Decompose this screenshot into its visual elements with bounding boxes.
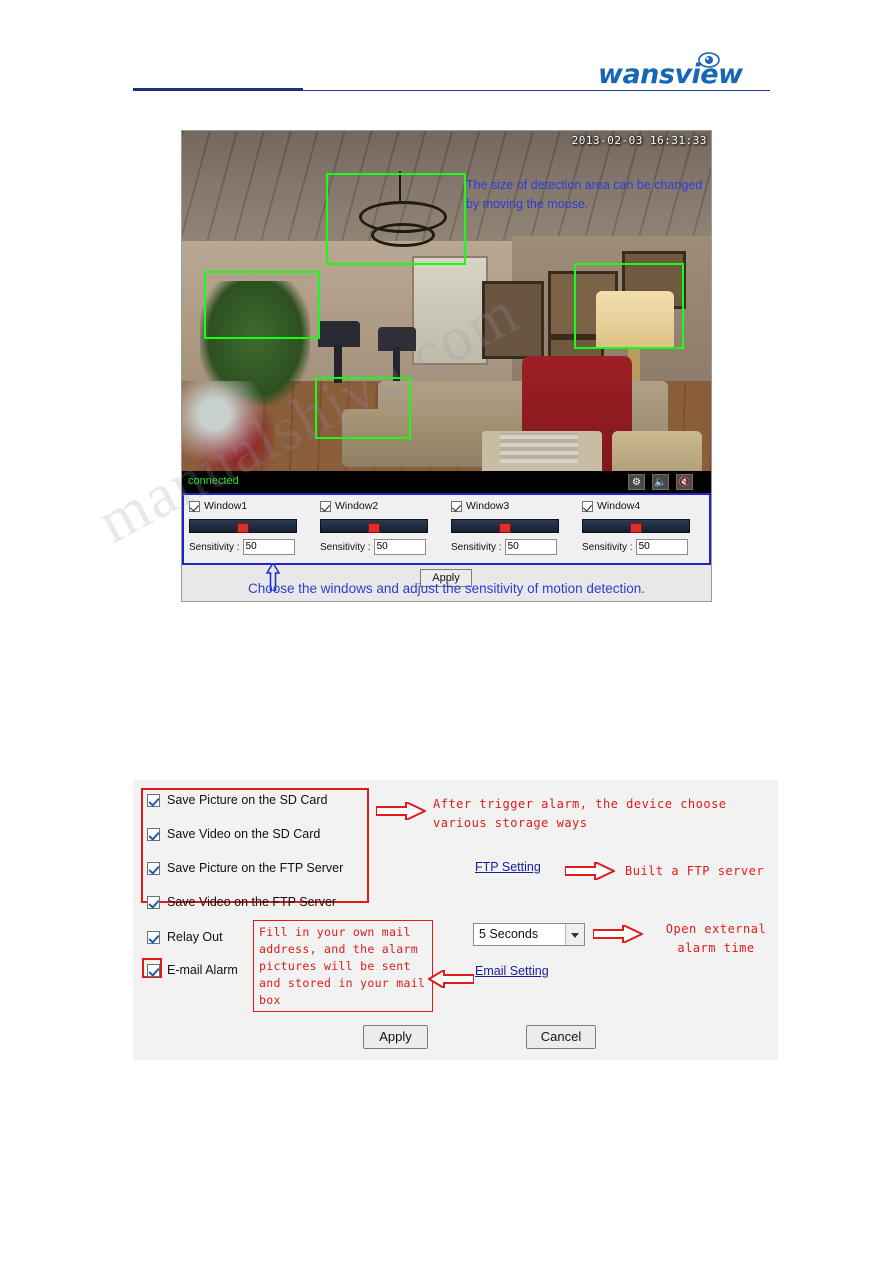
window3-checkbox[interactable] (451, 500, 462, 512)
option-save-picture-sd[interactable]: Save Picture on the SD Card (147, 793, 328, 807)
save-video-ftp-label: Save Video on the FTP Server (167, 895, 337, 909)
email-setting-link[interactable]: Email Setting (475, 964, 549, 978)
option-save-video-sd[interactable]: Save Video on the SD Card (147, 827, 320, 841)
window3-sensitivity-label: Sensitivity : (451, 541, 502, 553)
email-alarm-checkbox[interactable] (147, 963, 160, 977)
detection-window-3[interactable] (574, 263, 684, 349)
camera-live-view[interactable]: 2013-02-03 16:31:33 The size of detectio… (182, 131, 711, 493)
window-column-2: Window2 Sensitivity : 50 (315, 499, 442, 561)
window4-label: Window4 (597, 500, 641, 512)
option-email-alarm[interactable]: E-mail Alarm (147, 963, 238, 977)
motion-detection-figure: 2013-02-03 16:31:33 The size of detectio… (181, 130, 712, 602)
detection-windows-panel: Window1 Sensitivity : 50 Window2 Sensiti… (182, 493, 711, 565)
window3-slider-thumb[interactable] (499, 523, 511, 533)
email-note-annotation: Fill in your own mail address, and the a… (253, 920, 433, 1012)
window1-slider-thumb[interactable] (237, 523, 249, 533)
detection-window-2[interactable] (204, 271, 320, 339)
window3-label: Window3 (466, 500, 510, 512)
save-picture-ftp-label: Save Picture on the FTP Server (167, 861, 344, 875)
window4-checkbox-row[interactable]: Window4 (582, 499, 704, 513)
window-column-3: Window3 Sensitivity : 50 (446, 499, 573, 561)
save-video-sd-checkbox[interactable] (147, 827, 160, 841)
chevron-down-icon[interactable] (565, 924, 584, 945)
scene-flowers (182, 381, 274, 476)
alarm-cancel-button[interactable]: Cancel (526, 1025, 596, 1049)
ftp-annotation-text: Built a FTP server (625, 864, 765, 878)
video-timestamp: 2013-02-03 16:31:33 (571, 134, 707, 147)
alarm-apply-button[interactable]: Apply (363, 1025, 428, 1049)
relay-out-label: Relay Out (167, 930, 223, 944)
window3-checkbox-row[interactable]: Window3 (451, 499, 573, 513)
window2-checkbox[interactable] (320, 500, 331, 512)
detection-overlay-note: The size of detection area can be change… (466, 178, 703, 211)
window1-checkbox[interactable] (189, 500, 200, 512)
window3-sensitivity-row: Sensitivity : 50 (451, 539, 557, 555)
video-status-bar: connected ⚙ 🔈 🔇 (182, 471, 711, 493)
logo-text: wansview (598, 59, 743, 90)
window1-sensitivity-slider[interactable] (189, 519, 297, 533)
scene-window (412, 256, 488, 365)
annotation-arrow-ftp-icon (565, 862, 615, 880)
window2-checkbox-row[interactable]: Window2 (320, 499, 442, 513)
save-video-sd-label: Save Video on the SD Card (167, 827, 321, 841)
mic-mute-icon[interactable]: 🔈 (652, 474, 669, 490)
window-column-4: Window4 Sensitivity : 50 (577, 499, 704, 561)
alarm-interval-select[interactable]: 5 Seconds (473, 923, 585, 946)
window3-sensitivity-slider[interactable] (451, 519, 559, 533)
header-divider-accent (133, 88, 303, 91)
window2-sensitivity-slider[interactable] (320, 519, 428, 533)
settings-icon[interactable]: ⚙ (628, 474, 645, 490)
motion-detection-caption: Choose the windows and adjust the sensit… (248, 581, 645, 596)
annotation-arrow-time-icon (593, 925, 643, 943)
relay-out-checkbox[interactable] (147, 930, 160, 944)
window-column-1: Window1 Sensitivity : 50 (184, 499, 311, 561)
time-annotation-text: Open external alarm time (665, 922, 767, 955)
window2-sensitivity-input[interactable]: 50 (373, 539, 426, 555)
save-video-ftp-checkbox[interactable] (147, 895, 160, 909)
alarm-settings-figure: Save Picture on the SD Card Save Video o… (133, 780, 778, 1060)
annotation-arrow-email-icon (428, 970, 474, 988)
option-relay-out[interactable]: Relay Out (147, 930, 223, 944)
window4-sensitivity-row: Sensitivity : 50 (582, 539, 688, 555)
window4-sensitivity-label: Sensitivity : (582, 541, 633, 553)
wansview-logo: wansview (598, 52, 770, 93)
window2-label: Window2 (335, 500, 379, 512)
save-picture-sd-checkbox[interactable] (147, 793, 160, 807)
window4-slider-thumb[interactable] (630, 523, 642, 533)
save-picture-ftp-checkbox[interactable] (147, 861, 160, 875)
window1-sensitivity-label: Sensitivity : (189, 541, 240, 553)
email-alarm-label: E-mail Alarm (167, 963, 238, 977)
save-picture-sd-label: Save Picture on the SD Card (167, 793, 328, 807)
window1-checkbox-row[interactable]: Window1 (189, 499, 311, 513)
connection-status: connected (188, 475, 239, 487)
speaker-mute-icon[interactable]: 🔇 (676, 474, 693, 490)
ftp-setting-link[interactable]: FTP Setting (475, 860, 541, 874)
detection-window-4[interactable] (315, 377, 411, 439)
annotation-arrow-storage-icon (376, 802, 426, 820)
window3-sensitivity-input[interactable]: 50 (504, 539, 557, 555)
option-save-picture-ftp[interactable]: Save Picture on the FTP Server (147, 861, 343, 875)
window4-checkbox[interactable] (582, 500, 593, 512)
window4-sensitivity-input[interactable]: 50 (635, 539, 688, 555)
window2-sensitivity-row: Sensitivity : 50 (320, 539, 426, 555)
window2-slider-thumb[interactable] (368, 523, 380, 533)
window1-label: Window1 (204, 500, 248, 512)
option-save-video-ftp[interactable]: Save Video on the FTP Server (147, 895, 336, 909)
window2-sensitivity-label: Sensitivity : (320, 541, 371, 553)
window1-sensitivity-input[interactable]: 50 (242, 539, 295, 555)
detection-window-1[interactable] (326, 173, 466, 265)
window1-sensitivity-row: Sensitivity : 50 (189, 539, 295, 555)
camera-eye-icon (698, 52, 720, 68)
scene-picture-1 (482, 281, 544, 359)
alarm-interval-value: 5 Seconds (479, 927, 539, 941)
window4-sensitivity-slider[interactable] (582, 519, 690, 533)
storage-annotation-text: After trigger alarm, the device choose v… (433, 797, 727, 830)
scene-tablecloth (500, 433, 578, 463)
